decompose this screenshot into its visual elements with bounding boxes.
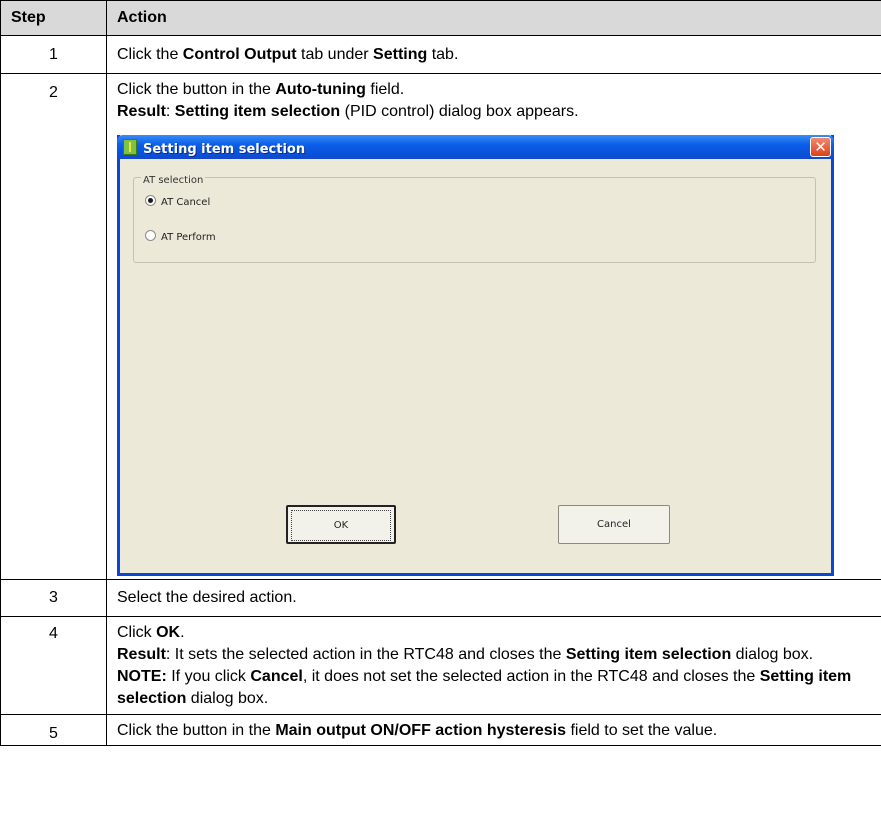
table-row: 1 Click the Control Output tab under Set… (0, 35, 881, 74)
action-line: Click the button in the Auto-tuning fiel… (117, 79, 871, 101)
cancel-button[interactable]: Cancel (558, 505, 670, 544)
text-bold: Control Output (182, 45, 297, 63)
text: Click the button in the (117, 81, 276, 98)
radio-label: AT Cancel (161, 197, 211, 208)
step-action: Click OK. Result: It sets the selected a… (106, 616, 881, 715)
text: . (180, 624, 185, 641)
step-action: Click the Control Output tab under Setti… (106, 35, 881, 74)
ok-button[interactable]: OK (286, 505, 396, 544)
text: : It sets the selected action in the RTC… (165, 646, 566, 663)
text: dialog box. (731, 646, 814, 663)
text-bold: Result (117, 103, 166, 120)
radio-at-perform[interactable]: AT Perform (145, 230, 216, 244)
text: Click the button in the (117, 722, 276, 739)
result-line: Result: It sets the selected action in t… (117, 644, 871, 666)
dialog-title: Setting item selection (143, 142, 306, 157)
note-line: NOTE: If you click Cancel, it does not s… (117, 666, 871, 710)
header-row: Step Action (0, 0, 881, 36)
table-row: 4 Click OK. Result: It sets the selected… (0, 616, 881, 715)
text-bold: Result (117, 646, 166, 663)
step-number: 2 (0, 73, 107, 580)
radio-selected-icon[interactable] (145, 195, 156, 206)
step-action: Click the button in the Auto-tuning fiel… (106, 73, 881, 580)
text-bold: Setting item selection (565, 646, 732, 663)
group-label: AT selection (141, 170, 206, 192)
setting-item-selection-dialog: Setting item selection ✕ AT selection AT… (117, 135, 834, 576)
table-row: 5 Click the button in the Main output ON… (0, 714, 881, 746)
table-row: 3 Select the desired action. (0, 579, 881, 617)
step-number: 1 (0, 35, 107, 74)
close-button[interactable]: ✕ (810, 137, 831, 157)
result-line: Result: Setting item selection (PID cont… (117, 101, 871, 123)
text: If you click (166, 668, 251, 685)
at-selection-group: AT selection AT Cancel AT Perform (133, 170, 816, 263)
text: , it does not set the selected action in… (302, 668, 760, 685)
text-bold: Main output ON/OFF action hysteresis (275, 722, 567, 739)
radio-label: AT Perform (161, 232, 216, 243)
text: tab. (427, 45, 459, 63)
text: field. (365, 81, 405, 98)
radio-unselected-icon[interactable] (145, 230, 156, 241)
text-bold: Setting item selection (174, 103, 341, 120)
text-bold: NOTE: (117, 668, 167, 685)
text-bold: Auto-tuning (275, 81, 366, 98)
step-number: 5 (0, 714, 107, 746)
header-action: Action (106, 0, 881, 36)
step-action: Click the button in the Main output ON/O… (106, 714, 881, 746)
dialog-titlebar[interactable]: Setting item selection ✕ (117, 135, 834, 159)
step-number: 3 (0, 579, 107, 617)
text: Click the (117, 45, 183, 63)
ok-label: OK (291, 510, 391, 541)
table-row: 2 Click the button in the Auto-tuning fi… (0, 73, 881, 580)
radio-at-cancel[interactable]: AT Cancel (145, 195, 210, 209)
text: : (165, 103, 175, 120)
text: field to set the value. (566, 722, 718, 739)
text: (PID control) dialog box appears. (340, 103, 579, 120)
text-bold: Cancel (250, 668, 303, 685)
text-bold: OK (156, 624, 181, 641)
text: dialog box. (186, 690, 269, 707)
text: tab under (296, 45, 374, 63)
app-icon (123, 139, 137, 155)
header-step: Step (0, 0, 107, 36)
steps-table: Step Action 1 Click the Control Output t… (0, 0, 881, 746)
step-action: Select the desired action. (106, 579, 881, 617)
text: Click (117, 624, 157, 641)
action-line: Click OK. (117, 622, 871, 644)
text-bold: Setting (373, 45, 428, 63)
step-number: 4 (0, 616, 107, 715)
